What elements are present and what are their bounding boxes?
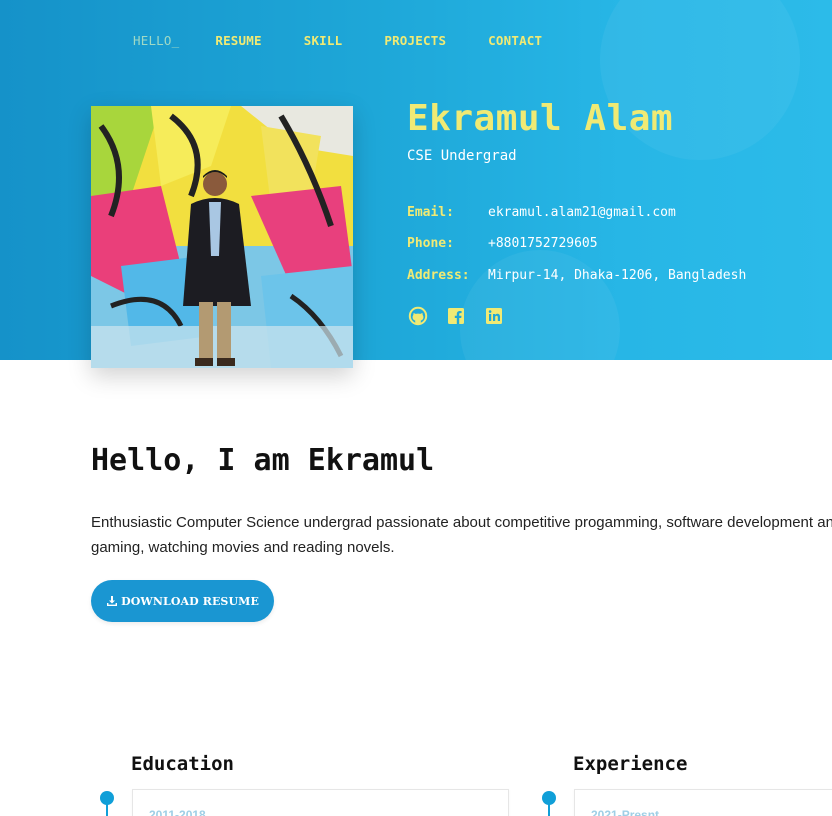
education-card: 2011-2018: [132, 789, 509, 816]
info-row-address: Address: Mirpur-14, Dhaka-1206, Banglades…: [407, 268, 746, 283]
profile-tagline: CSE Undergrad: [407, 148, 517, 164]
address-label: Address:: [407, 268, 470, 283]
experience-title: Experience: [573, 753, 688, 775]
education-title: Education: [131, 753, 234, 775]
experience-timeline-dot: [542, 791, 556, 805]
address-value: Mirpur-14, Dhaka-1206, Bangladesh: [488, 268, 747, 283]
github-icon[interactable]: [408, 306, 428, 326]
facebook-icon[interactable]: [446, 306, 466, 326]
nav-item-resume[interactable]: RESUME: [215, 33, 261, 49]
experience-card: 2021-Presnt: [574, 789, 832, 816]
education-date: 2011-2018: [149, 808, 206, 816]
phone-label: Phone:: [407, 236, 454, 251]
download-resume-button[interactable]: DOWNLOAD RESUME: [91, 580, 274, 622]
about-heading: Hello, I am Ekramul: [91, 443, 435, 478]
email-value: ekramul.alam21@gmail.com: [488, 205, 676, 220]
nav-item-skill[interactable]: SKILL: [304, 33, 343, 49]
info-row-phone: Phone: +8801752729605: [407, 236, 598, 251]
download-icon: [106, 595, 118, 607]
experience-date: 2021-Presnt: [591, 808, 660, 816]
nav-item-contact[interactable]: CONTACT: [488, 33, 542, 49]
social-links: [408, 306, 522, 326]
nav-item-projects[interactable]: PROJECTS: [384, 33, 446, 49]
hero-bg-decoration: [460, 250, 620, 360]
about-text: Enthusiastic Computer Science undergrad …: [91, 514, 832, 556]
education-timeline-dot: [100, 791, 114, 805]
email-label: Email:: [407, 205, 454, 220]
download-resume-label: DOWNLOAD RESUME: [121, 594, 259, 608]
linkedin-icon[interactable]: [484, 306, 504, 326]
phone-value: +8801752729605: [488, 236, 598, 251]
profile-name: Ekramul Alam: [407, 98, 674, 139]
info-row-email: Email: ekramul.alam21@gmail.com: [407, 205, 676, 220]
nav-item-hello[interactable]: HELLO_: [133, 33, 179, 49]
profile-photo: [91, 106, 353, 368]
top-nav: HELLO_ RESUME SKILL PROJECTS CONTACT: [133, 33, 584, 49]
